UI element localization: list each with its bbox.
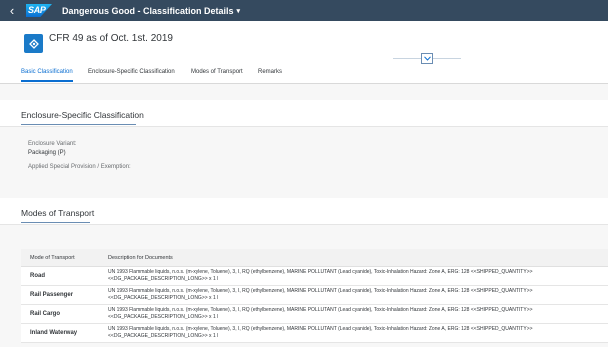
description-cell: UN 1993 Flammable liquids, n.o.s. (m-xyl… (108, 269, 533, 282)
shell-bar: ‹ SAP Dangerous Good - Classification De… (0, 0, 608, 21)
tab-basic-classification[interactable]: Basic Classification (21, 69, 73, 82)
dangerous-good-icon (24, 34, 43, 53)
mode-cell: Rail Cargo (30, 311, 61, 317)
description-cell: UN 1993 Flammable liquids, n.o.s. (m-xyl… (108, 326, 533, 339)
chevron-down-icon: ▾ (236, 7, 241, 15)
enclosure-section-title: Enclosure-Specific Classification (21, 110, 144, 120)
enclosure-variant-value: Packaging (P) (28, 150, 66, 156)
page-title: CFR 49 as of Oct. 1st. 2019 (49, 33, 173, 44)
column-header-description: Description for Documents (108, 255, 173, 261)
modes-table: Mode of Transport Description for Docume… (21, 249, 608, 343)
mode-cell: Inland Waterway (30, 330, 78, 336)
section-underline (21, 222, 90, 223)
table-row[interactable]: Rail Passenger UN 1993 Flammable liquids… (21, 286, 608, 305)
table-row[interactable]: Road UN 1993 Flammable liquids, n.o.s. (… (21, 267, 608, 286)
description-cell: UN 1993 Flammable liquids, n.o.s. (m-xyl… (108, 307, 533, 320)
sap-logo[interactable]: SAP (26, 4, 52, 17)
header-divider-left (393, 58, 421, 59)
description-cell: UN 1993 Flammable liquids, n.o.s. (m-xyl… (108, 288, 533, 301)
app-title: Dangerous Good - Classification Details (62, 5, 234, 16)
enclosure-variant-label: Enclosure Variant: (28, 141, 77, 147)
modes-section-title: Modes of Transport (21, 208, 95, 218)
modes-section-header: Modes of Transport (0, 198, 608, 225)
collapse-header-button[interactable] (421, 53, 433, 64)
header-divider-right (433, 58, 461, 59)
app-title-menu[interactable]: Dangerous Good - Classification Details … (62, 6, 240, 16)
logo-text: SAP (28, 5, 46, 15)
table-row[interactable]: Inland Waterway UN 1993 Flammable liquid… (21, 324, 608, 343)
section-underline (21, 124, 136, 125)
tab-bar: Basic Classification Enclosure-Specific … (0, 64, 608, 84)
back-icon[interactable]: ‹ (0, 0, 24, 21)
chevron-down-icon (423, 56, 431, 61)
tab-enclosure-specific-classification[interactable]: Enclosure-Specific Classification (88, 69, 175, 75)
special-provision-label: Applied Special Provision / Exemption: (28, 164, 131, 170)
tab-remarks[interactable]: Remarks (258, 69, 282, 75)
table-row[interactable]: Rail Cargo UN 1993 Flammable liquids, n.… (21, 305, 608, 324)
enclosure-section-header: Enclosure-Specific Classification (0, 100, 608, 127)
table-header: Mode of Transport Description for Docume… (21, 249, 608, 267)
tab-modes-of-transport[interactable]: Modes of Transport (191, 69, 243, 75)
column-header-mode: Mode of Transport (30, 255, 75, 261)
mode-cell: Rail Passenger (30, 292, 74, 298)
mode-cell: Road (30, 273, 45, 279)
